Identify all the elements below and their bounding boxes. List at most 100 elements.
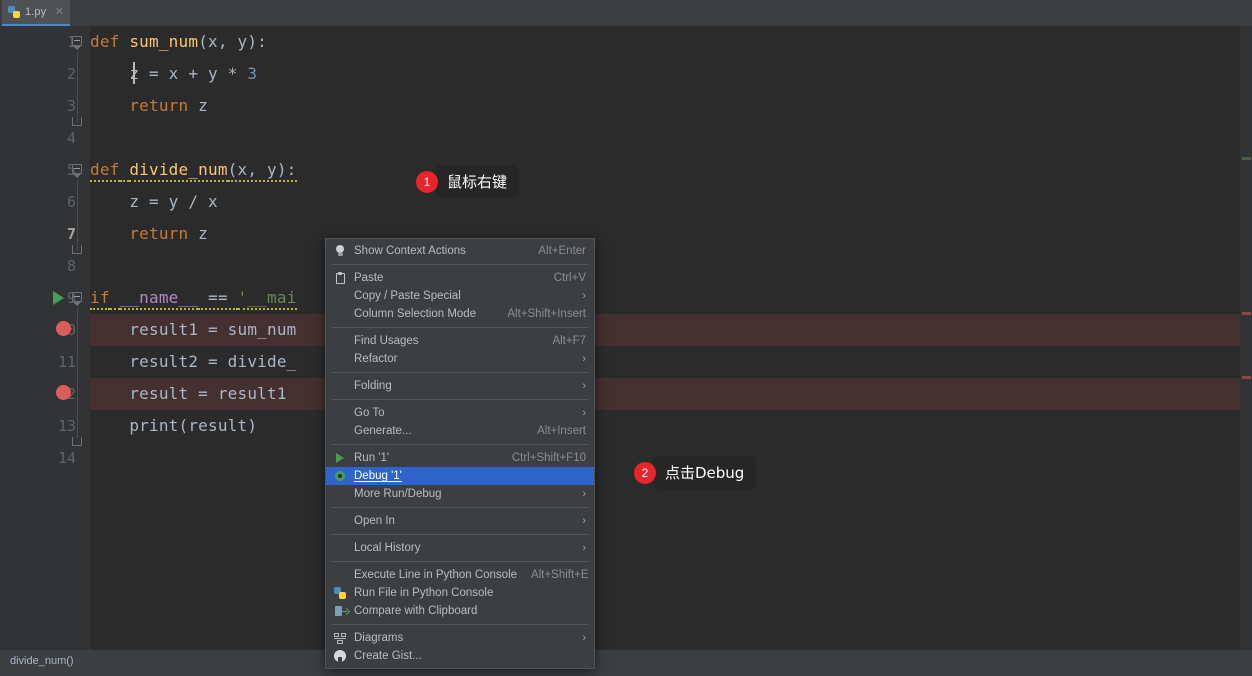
python-file-icon bbox=[8, 5, 21, 19]
menu-item-generate[interactable]: Generate... Alt+Insert bbox=[326, 422, 594, 440]
diagram-icon bbox=[333, 631, 347, 645]
menu-item-label: Column Selection Mode bbox=[354, 308, 477, 320]
menu-item-go-to[interactable]: Go To › bbox=[326, 404, 594, 422]
editor-marker-gutter[interactable] bbox=[1240, 26, 1252, 650]
code-line-3: return z bbox=[129, 96, 209, 115]
fold-end-marker bbox=[72, 117, 82, 126]
menu-separator bbox=[332, 561, 588, 562]
menu-item-column-selection-mode[interactable]: Column Selection Mode Alt+Shift+Insert bbox=[326, 305, 594, 323]
menu-item-label: Copy / Paste Special bbox=[354, 290, 461, 302]
line-number: 8 bbox=[66, 257, 76, 275]
editor-tab-1py[interactable]: 1.py ✕ bbox=[2, 0, 70, 24]
menu-separator bbox=[332, 372, 588, 373]
menu-separator bbox=[332, 534, 588, 535]
menu-item-more-run-debug[interactable]: More Run/Debug › bbox=[326, 485, 594, 503]
annotation-badge: 1 bbox=[416, 170, 438, 193]
menu-item-run-file-in-python-console[interactable]: Run File in Python Console bbox=[326, 584, 594, 602]
breakpoint-icon[interactable] bbox=[56, 385, 71, 400]
fold-region-line bbox=[77, 308, 78, 438]
code-line-2: z = x + y * 3 bbox=[90, 64, 258, 83]
submenu-arrow-icon: › bbox=[582, 541, 586, 554]
submenu-arrow-icon: › bbox=[582, 514, 586, 527]
menu-item-create-gist[interactable]: Create Gist... bbox=[326, 647, 594, 665]
annotation-callout-1: 1 鼠标右键 bbox=[416, 165, 520, 198]
menu-item-execute-line-in-python-console[interactable]: Execute Line in Python Console Alt+Shift… bbox=[326, 566, 594, 584]
menu-item-shortcut: Alt+Shift+E bbox=[531, 569, 589, 581]
code-line-7: return z bbox=[129, 224, 209, 243]
menu-item-label: Paste bbox=[354, 272, 384, 284]
token-keyword: return bbox=[129, 96, 189, 115]
fold-marker-icon[interactable] bbox=[72, 292, 83, 306]
menu-item-label: Compare with Clipboard bbox=[354, 605, 478, 617]
menu-item-open-in[interactable]: Open In › bbox=[326, 512, 594, 530]
breakpoint-icon[interactable] bbox=[56, 321, 71, 336]
line-number: 11 bbox=[57, 353, 76, 371]
breadcrumb[interactable]: divide_num() bbox=[10, 655, 74, 667]
token-number: 3 bbox=[247, 64, 258, 83]
code-editor[interactable]: 1 2 3 4 5 6 7 8 9 10 11 12 13 14 bbox=[0, 26, 1252, 650]
editor-left-strip bbox=[0, 26, 12, 650]
python-console-icon bbox=[333, 586, 347, 600]
debug-icon bbox=[333, 469, 347, 483]
menu-item-shortcut: Alt+Enter bbox=[538, 245, 586, 257]
token-keyword: def bbox=[90, 160, 120, 182]
close-icon[interactable]: ✕ bbox=[55, 6, 64, 18]
menu-item-label: Go To bbox=[354, 407, 385, 419]
run-gutter-icon[interactable] bbox=[53, 291, 64, 305]
menu-item-shortcut: Alt+Shift+Insert bbox=[507, 308, 586, 320]
editor-context-menu[interactable]: Show Context Actions Alt+Enter Paste Ctr… bbox=[325, 238, 595, 669]
line-number: 12 bbox=[12, 378, 90, 410]
code-line-9: if __name__ == '__mai bbox=[90, 282, 297, 314]
run-icon bbox=[333, 451, 347, 465]
menu-item-label: Find Usages bbox=[354, 335, 419, 347]
menu-item-paste[interactable]: Paste Ctrl+V bbox=[326, 269, 594, 287]
line-number: 4 bbox=[66, 129, 76, 147]
menu-item-debug[interactable]: Debug '1' bbox=[326, 467, 594, 485]
menu-item-diagrams[interactable]: Diagrams › bbox=[326, 629, 594, 647]
code-line-6: z = y / x bbox=[90, 192, 218, 211]
submenu-arrow-icon: › bbox=[582, 631, 586, 644]
token-keyword: return bbox=[129, 224, 189, 243]
menu-item-label: Diagrams bbox=[354, 632, 404, 644]
code-line-1: def sum_num(x, y): bbox=[90, 32, 268, 51]
fold-marker-icon[interactable] bbox=[72, 36, 83, 50]
line-number: 2 bbox=[66, 65, 76, 83]
menu-item-compare-with-clipboard[interactable]: Compare with Clipboard bbox=[326, 602, 594, 620]
menu-item-run[interactable]: Run '1' Ctrl+Shift+F10 bbox=[326, 449, 594, 467]
clipboard-icon bbox=[333, 271, 347, 285]
menu-item-copy-paste-special[interactable]: Copy / Paste Special › bbox=[326, 287, 594, 305]
menu-item-label: More Run/Debug bbox=[354, 488, 442, 500]
menu-separator bbox=[332, 264, 588, 265]
annotation-callout-2: 2 点击Debug bbox=[634, 456, 757, 489]
submenu-arrow-icon: › bbox=[582, 406, 586, 419]
menu-item-shortcut: Alt+Insert bbox=[537, 425, 586, 437]
token-string: '__mai bbox=[237, 288, 297, 310]
menu-separator bbox=[332, 399, 588, 400]
code-line-13: print(result) bbox=[90, 416, 258, 435]
token-keyword: def bbox=[90, 32, 120, 51]
submenu-arrow-icon: › bbox=[582, 379, 586, 392]
line-number: 10 bbox=[12, 314, 90, 346]
menu-separator bbox=[332, 327, 588, 328]
menu-item-label: Run File in Python Console bbox=[354, 587, 494, 599]
code-line-10: result1 = sum_num bbox=[90, 320, 297, 339]
menu-item-label: Run '1' bbox=[354, 452, 390, 464]
annotation-badge: 2 bbox=[634, 461, 656, 484]
line-number: 6 bbox=[66, 193, 76, 211]
token-keyword: if bbox=[90, 288, 110, 310]
annotation-text: 点击Debug bbox=[653, 456, 757, 489]
menu-item-label: Debug '1' bbox=[354, 470, 402, 482]
menu-item-find-usages[interactable]: Find Usages Alt+F7 bbox=[326, 332, 594, 350]
code-text-area[interactable]: def sum_num(x, y): z = x + y * 3 return … bbox=[72, 26, 1252, 650]
menu-item-show-context-actions[interactable]: Show Context Actions Alt+Enter bbox=[326, 242, 594, 260]
fold-marker-icon[interactable] bbox=[72, 164, 83, 178]
menu-item-refactor[interactable]: Refactor › bbox=[326, 350, 594, 368]
menu-item-folding[interactable]: Folding › bbox=[326, 377, 594, 395]
editor-tab-label: 1.py bbox=[25, 6, 47, 18]
fold-region-line bbox=[77, 52, 78, 122]
annotation-text: 鼠标右键 bbox=[435, 165, 520, 198]
menu-item-label: Refactor bbox=[354, 353, 398, 365]
menu-item-local-history[interactable]: Local History › bbox=[326, 539, 594, 557]
text-caret bbox=[133, 62, 135, 84]
menu-item-label: Generate... bbox=[354, 425, 412, 437]
